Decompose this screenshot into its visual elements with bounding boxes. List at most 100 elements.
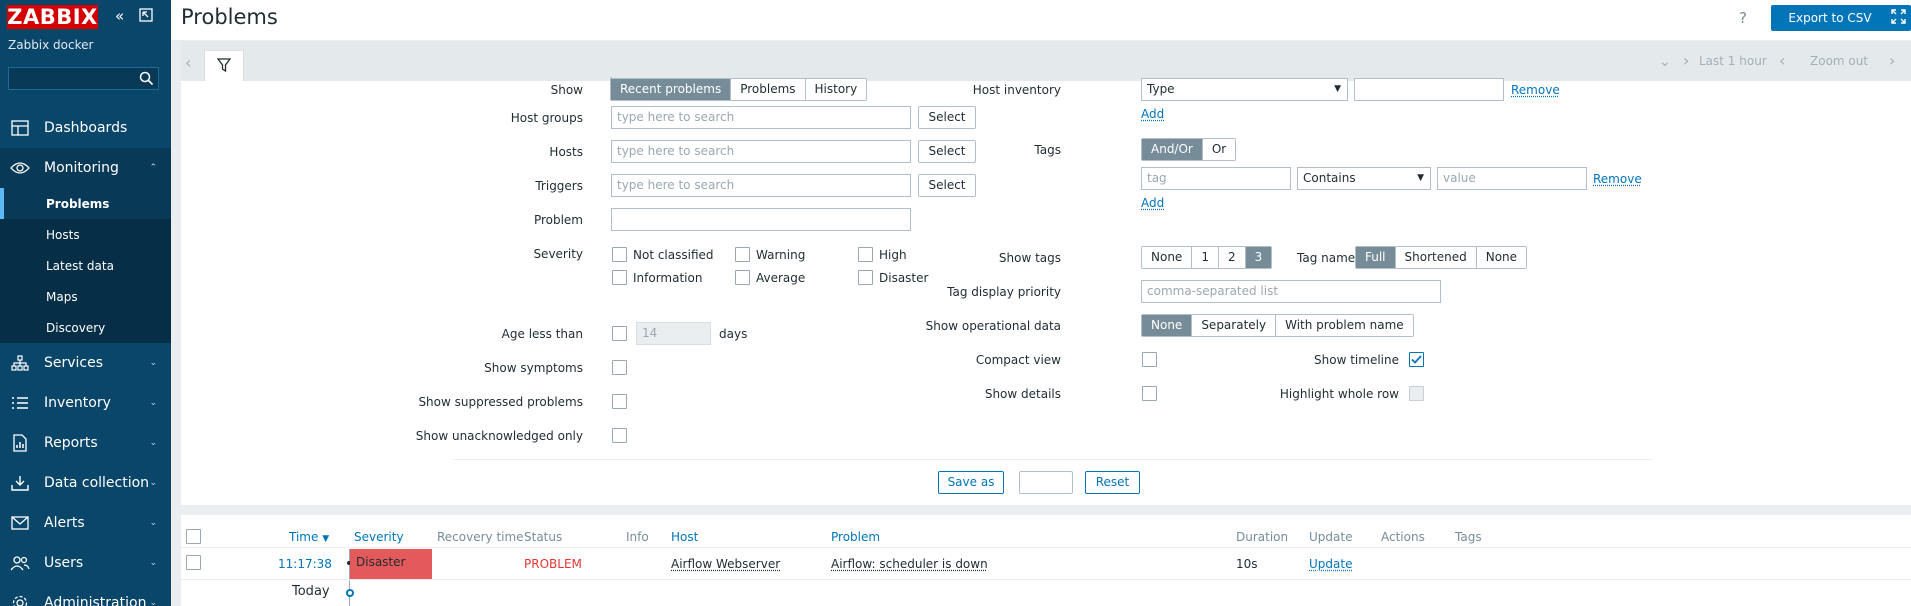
age-input[interactable]: 14 [636,322,711,345]
column-time[interactable]: Time ▼ [289,530,329,544]
nav-reports[interactable]: Reports ⌄ [0,423,171,463]
chevron-up-icon: ⌃ [149,163,157,173]
nav-inventory[interactable]: Inventory ⌄ [0,383,171,423]
show-tags-3[interactable]: 3 [1245,247,1272,268]
show-tags-none[interactable]: None [1142,247,1193,268]
nav-alerts[interactable]: Alerts ⌄ [0,503,171,543]
severity-not-classified-checkbox[interactable] [612,247,627,262]
row-problem[interactable]: Airflow: scheduler is down [831,557,988,571]
nav-label: Administration [44,595,147,606]
tags-and-or[interactable]: And/Or [1142,139,1203,160]
show-unack-checkbox[interactable] [612,428,627,443]
opdata-separately[interactable]: Separately [1192,315,1277,336]
tag-add-link[interactable]: Add [1141,196,1164,210]
tag-value-input[interactable]: value [1437,167,1587,190]
show-tags-1[interactable]: 1 [1192,247,1219,268]
sub-item-hosts[interactable]: Hosts [0,219,171,250]
show-tags-2[interactable]: 2 [1218,247,1246,268]
search-icon[interactable] [139,71,154,89]
save-as-button[interactable]: Save as [938,471,1004,494]
sub-item-problems[interactable]: Problems [0,188,171,219]
filter-tab[interactable] [204,50,244,82]
time-next-icon[interactable]: › [1889,51,1895,70]
nav-services[interactable]: Services ⌄ [0,343,171,383]
tag-input[interactable]: tag [1141,167,1291,190]
host-groups-select-button[interactable]: Select [918,106,976,129]
today-label: Today [292,584,330,599]
tab-prev-icon[interactable]: ‹ [185,53,191,72]
inventory-type-select[interactable]: Type ▼ [1141,78,1348,101]
fullscreen-button[interactable] [1886,5,1911,31]
hosts-input[interactable]: type here to search [611,140,911,163]
severity-average-checkbox[interactable] [735,270,750,285]
nav-monitoring[interactable]: Monitoring ⌃ [0,148,171,188]
nav-administration[interactable]: Administration ⌄ [0,583,171,606]
show-symptoms-checkbox[interactable] [612,360,627,375]
help-icon[interactable]: ? [1739,9,1747,27]
nav-label: Dashboards [44,120,128,136]
column-problem[interactable]: Problem [831,530,880,544]
show-problems[interactable]: Problems [731,79,806,100]
triggers-select-button[interactable]: Select [918,174,976,197]
column-tags: Tags [1455,530,1482,544]
highlight-row-label: Highlight whole row [1279,387,1399,401]
opdata-with-problem-name[interactable]: With problem name [1276,315,1413,336]
severity-high-checkbox[interactable] [858,247,873,262]
problem-input[interactable] [611,208,911,231]
show-history[interactable]: History [805,79,867,100]
sidebar-search-input[interactable] [8,67,159,90]
row-time[interactable]: 11:17:38 [278,557,332,571]
sub-item-latest-data[interactable]: Latest data [0,250,171,281]
hosts-select-button[interactable]: Select [918,140,976,163]
nav-users[interactable]: Users ⌄ [0,543,171,583]
column-update: Update [1309,530,1353,544]
row-checkbox[interactable] [186,555,201,570]
row-host[interactable]: Airflow Webserver [671,557,780,571]
time-range-label[interactable]: Last 1 hour [1699,54,1767,68]
severity-option-label: Warning [756,248,806,262]
select-all-checkbox[interactable] [186,529,201,544]
severity-information-checkbox[interactable] [612,270,627,285]
age-checkbox[interactable] [612,326,627,341]
host-groups-input[interactable]: type here to search [611,106,911,129]
show-details-checkbox[interactable] [1142,386,1157,401]
zabbix-logo[interactable]: ZABBIX [7,5,98,29]
problems-table: Time ▼ Severity Recovery time Status Inf… [181,515,1911,606]
tag-name-full[interactable]: Full [1356,247,1396,268]
eye-icon [10,158,30,178]
severity-disaster-checkbox[interactable] [858,270,873,285]
row-update-link[interactable]: Update [1309,557,1352,571]
zoom-out-button[interactable]: Zoom out [1810,54,1868,68]
opdata-none[interactable]: None [1142,315,1193,336]
tab-next-icon[interactable]: › [1683,51,1689,70]
show-timeline-checkbox[interactable] [1409,352,1424,367]
triggers-input[interactable]: type here to search [611,174,911,197]
time-prev-icon[interactable]: ‹ [1779,51,1785,70]
kiosk-mode-icon[interactable] [139,8,153,25]
inventory-add-link[interactable]: Add [1141,107,1164,121]
tag-priority-input[interactable]: comma-separated list [1141,280,1441,303]
highlight-row-checkbox[interactable] [1409,386,1424,401]
tag-name-shortened[interactable]: Shortened [1395,247,1477,268]
inventory-remove-link[interactable]: Remove [1511,83,1560,97]
show-suppressed-checkbox[interactable] [612,394,627,409]
apply-button[interactable]: Apply [1019,471,1073,494]
chevron-down-icon[interactable]: ⌄ [1659,54,1671,70]
tag-name-none[interactable]: None [1476,247,1527,268]
nav-data-collection[interactable]: Data collection ⌄ [0,463,171,503]
export-csv-button[interactable]: Export to CSV [1771,5,1889,31]
tag-operator-select[interactable]: Contains ▼ [1297,167,1431,190]
reset-button[interactable]: Reset [1085,471,1140,494]
tag-remove-link[interactable]: Remove [1593,172,1642,186]
column-host[interactable]: Host [671,530,698,544]
column-severity[interactable]: Severity [354,530,404,544]
collapse-sidebar-icon[interactable]: « [115,8,124,24]
show-recent-problems[interactable]: Recent problems [611,79,732,100]
sub-item-maps[interactable]: Maps [0,281,171,312]
tags-or[interactable]: Or [1202,139,1236,160]
compact-view-checkbox[interactable] [1142,352,1157,367]
nav-dashboards[interactable]: Dashboards [0,108,171,148]
inventory-value-input[interactable] [1354,78,1504,101]
sub-item-discovery[interactable]: Discovery [0,312,171,343]
severity-warning-checkbox[interactable] [735,247,750,262]
